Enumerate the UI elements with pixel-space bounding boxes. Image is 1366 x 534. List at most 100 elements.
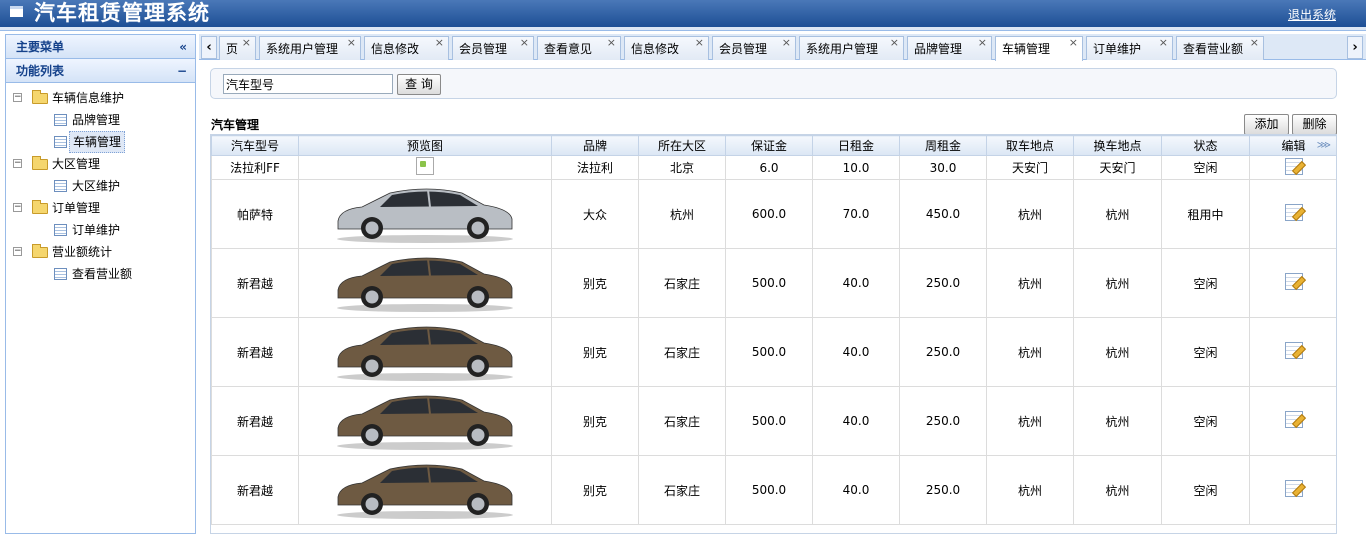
cell-pickup: 天安门 (1011, 161, 1048, 175)
tab-close-icon[interactable]: × (520, 37, 529, 55)
delete-button[interactable]: 删除 (1292, 114, 1337, 135)
cell-status: 空闲 (1193, 161, 1218, 175)
cell-weekly: 250.0 (925, 483, 961, 497)
table-cell: 空闲 (1161, 155, 1250, 180)
tab-close-icon[interactable]: × (607, 37, 616, 55)
table-cell: 法拉利 (551, 155, 639, 180)
tree-toggle-icon[interactable]: − (13, 159, 22, 168)
table-cell: 40.0 (812, 317, 900, 387)
tree-item[interactable]: 品牌管理 (6, 109, 195, 131)
tab-close-icon[interactable]: × (1159, 37, 1168, 55)
edit-icon[interactable] (1284, 204, 1303, 221)
table-cell: 石家庄 (638, 386, 726, 456)
edit-icon[interactable] (1284, 342, 1303, 359)
edit-icon[interactable] (1284, 480, 1303, 497)
function-list-header[interactable]: 功能列表 − (6, 59, 195, 83)
search-bar: 查 询 (210, 68, 1337, 99)
tab-close-icon[interactable]: × (1250, 37, 1259, 55)
table-cell: 500.0 (725, 455, 813, 525)
tab-close-icon[interactable]: × (782, 37, 791, 55)
column-header: 周租金 (899, 135, 987, 156)
column-header-label: 日租金 (837, 139, 874, 153)
table-cell: 杭州 (986, 179, 1074, 249)
table-cell: 杭州 (986, 317, 1074, 387)
table-row[interactable]: 帕萨特 大众 杭州 600.0 70.0 450.0 杭州 杭州 租用中 (211, 179, 1336, 249)
tab-item[interactable]: 信息修改 × (364, 36, 449, 60)
table-cell: 天安门 (1073, 155, 1162, 180)
table-row[interactable]: 新君越 别克 石家庄 500.0 40.0 250.0 杭州 杭州 空闲 (211, 317, 1336, 387)
cell-region: 石家庄 (663, 345, 700, 360)
model-search-input[interactable] (223, 74, 393, 94)
table-cell: 250.0 (899, 455, 987, 525)
tab-close-icon[interactable]: × (1069, 37, 1078, 55)
tree-group[interactable]: − 车辆信息维护 (6, 87, 195, 109)
table-row[interactable]: 新君越 别克 石家庄 500.0 40.0 250.0 杭州 杭州 空闲 (211, 455, 1336, 525)
tree-group-label: 营业额统计 (52, 245, 113, 259)
tab-close-icon[interactable]: × (890, 37, 899, 55)
tab-item[interactable]: 订单维护 × (1086, 36, 1173, 60)
header-divider (0, 27, 1366, 31)
tab-item[interactable]: 页 × (219, 36, 256, 60)
edit-icon[interactable] (1284, 411, 1303, 428)
collapse-function-list-icon[interactable]: − (177, 59, 187, 83)
tab-scroll-right-icon[interactable]: › (1347, 36, 1363, 59)
tab-item[interactable]: 会员管理 × (712, 36, 796, 60)
cell-deposit: 600.0 (751, 207, 787, 221)
tab-item[interactable]: 会员管理 × (452, 36, 534, 60)
tab-item[interactable]: 查看意见 × (537, 36, 621, 60)
table-cell: 空闲 (1161, 317, 1250, 387)
cell-daily: 10.0 (842, 160, 870, 175)
table-cell: 杭州 (1073, 386, 1162, 456)
tab-bar: ‹ › 页 × 系统用户管理 × 信息修改 × 会员管理 × 查看意见 × 信息修改 × 会员管理 × 系统… (199, 34, 1366, 61)
cell-status: 空闲 (1193, 414, 1218, 429)
tree-toggle-icon[interactable]: − (13, 93, 22, 102)
tree-group[interactable]: − 营业额统计 (6, 241, 195, 263)
logout-link[interactable]: 退出系统 (1288, 6, 1336, 23)
table-row[interactable]: 新君越 别克 石家庄 500.0 40.0 250.0 杭州 杭州 空闲 (211, 248, 1336, 318)
tab-label: 会员管理 (459, 42, 508, 56)
tab-item[interactable]: 信息修改 × (624, 36, 709, 60)
tab-item[interactable]: 系统用户管理 × (259, 36, 361, 60)
column-header: 编辑 ⋙ (1249, 135, 1336, 156)
tree-item[interactable]: 大区维护 (6, 175, 195, 197)
search-button[interactable]: 查 询 (397, 74, 441, 95)
tab-scroll-left-icon[interactable]: ‹ (201, 36, 217, 59)
tab-close-icon[interactable]: × (695, 37, 704, 55)
tab-item[interactable]: 系统用户管理 × (799, 36, 904, 60)
tree-group[interactable]: − 订单管理 (6, 197, 195, 219)
grid-title: 汽车管理 (211, 118, 260, 132)
tab-item[interactable]: 查看营业额 × (1176, 36, 1264, 60)
edit-icon[interactable] (1284, 157, 1303, 175)
tree-item[interactable]: 查看营业额 (6, 263, 195, 285)
tab-item[interactable]: 车辆管理 × (995, 36, 1083, 61)
tree-item[interactable]: 订单维护 (6, 219, 195, 241)
table-cell: 别克 (551, 386, 639, 456)
column-header-label: 取车地点 (1005, 139, 1054, 153)
add-button[interactable]: 添加 (1244, 114, 1289, 135)
cell-status: 空闲 (1193, 483, 1218, 498)
cell-status: 租用中 (1187, 207, 1224, 222)
app-logo-icon (10, 6, 23, 17)
folder-icon (32, 90, 48, 104)
tab-close-icon[interactable]: × (347, 37, 356, 55)
table-row[interactable]: 新君越 别克 石家庄 500.0 40.0 250.0 杭州 杭州 空闲 (211, 386, 1336, 456)
tab-item[interactable]: 品牌管理 × (907, 36, 992, 60)
table-cell: 40.0 (812, 455, 900, 525)
tree-toggle-icon[interactable]: − (13, 247, 22, 256)
tab-close-icon[interactable]: × (978, 37, 987, 55)
tree-toggle-icon[interactable]: − (13, 203, 22, 212)
cell-region: 北京 (669, 161, 694, 175)
folder-icon (32, 200, 48, 214)
table-row[interactable]: 法拉利FF 法拉利 北京 6.0 10.0 30.0 天安门 天安门 空闲 (211, 155, 1336, 180)
edit-icon[interactable] (1284, 273, 1303, 290)
folder-icon (32, 244, 48, 258)
tab-close-icon[interactable]: × (435, 37, 444, 55)
tree-item[interactable]: 车辆管理 (6, 131, 195, 153)
more-columns-icon[interactable]: ⋙ (1317, 140, 1331, 151)
table-cell (298, 317, 552, 387)
cell-deposit: 500.0 (751, 276, 787, 290)
collapse-sidebar-icon[interactable]: « (179, 35, 187, 59)
tab-close-icon[interactable]: × (242, 37, 251, 55)
tree-group[interactable]: − 大区管理 (6, 153, 195, 175)
cell-pickup: 杭州 (1017, 345, 1042, 360)
